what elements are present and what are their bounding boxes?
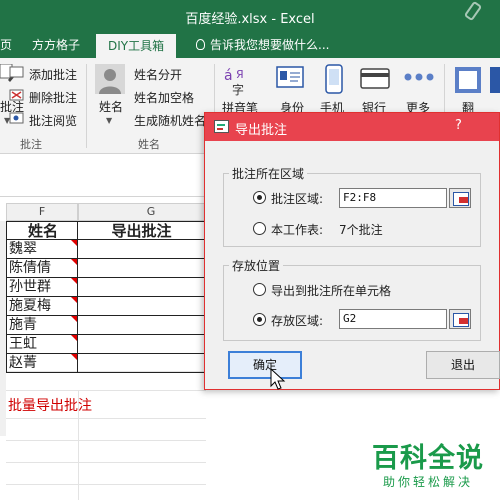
name-text: 施青	[9, 317, 37, 333]
instruction-note: 批量导出批注	[8, 398, 92, 414]
name-text: 陈倩倩	[9, 260, 51, 276]
add-space-button[interactable]: 姓名加空格	[134, 89, 194, 106]
gridline	[6, 462, 206, 463]
export-cell[interactable]	[78, 316, 206, 335]
comment-indicator	[71, 316, 77, 322]
name-button[interactable]: 姓名	[99, 98, 123, 115]
worksheet-comment-count: 7个批注	[339, 223, 383, 237]
help-button[interactable]: ?	[455, 118, 462, 133]
lightbulb-icon	[196, 39, 205, 50]
tell-me-label: 告诉我您想要做什么...	[210, 38, 330, 52]
comment-indicator	[71, 335, 77, 341]
dialog-app-icon	[214, 120, 229, 133]
random-name-button[interactable]: 生成随机姓名	[134, 112, 206, 129]
watermark-subtitle: 助你轻松解决	[382, 475, 473, 489]
comment-indicator	[71, 297, 77, 303]
bank-card-icon	[360, 68, 390, 89]
ribbon-tabs: 页 方方格子 DIY工具箱 告诉我您想要做什么...	[0, 32, 500, 58]
person-icon	[95, 64, 125, 94]
column-header-g[interactable]: G	[78, 203, 224, 221]
store-location-group	[223, 265, 481, 341]
add-comment-button[interactable]: 添加批注	[29, 66, 77, 83]
name-text: 施夏梅	[9, 298, 51, 314]
exit-button[interactable]: 退出	[426, 351, 500, 379]
comment-indicator	[71, 240, 77, 246]
browse-comment-icon	[9, 112, 24, 124]
tab-page[interactable]: 页	[0, 32, 12, 58]
radio-comment-area[interactable]	[253, 191, 266, 204]
name-cell[interactable]: 陈倩倩	[6, 259, 78, 278]
name-text: 王虹	[9, 336, 37, 352]
layout-icon	[490, 67, 500, 93]
section-store-location: 存放位置	[229, 257, 284, 274]
ok-button[interactable]: 确定	[228, 351, 302, 379]
section-comment-area: 批注所在区域	[229, 165, 308, 182]
group-divider	[86, 64, 87, 148]
name-cell[interactable]: 施青	[6, 316, 78, 335]
radio-worksheet-label[interactable]: 本工作表:	[271, 221, 323, 238]
radio-comment-area-label[interactable]: 批注区域:	[271, 190, 323, 207]
gridline	[6, 484, 206, 485]
split-name-button[interactable]: 姓名分开	[134, 66, 182, 83]
svg-text:Я: Я	[236, 68, 244, 81]
watermark-title: 百科全说	[372, 443, 484, 474]
gridline	[6, 440, 206, 441]
name-text: 赵菁	[9, 355, 37, 371]
radio-worksheet[interactable]	[253, 222, 266, 235]
group-label-name: 姓名	[138, 138, 160, 151]
header-export-cell[interactable]: 导出批注	[78, 221, 206, 240]
radio-export-to-cell-label[interactable]: 导出到批注所在单元格	[271, 282, 391, 299]
export-comments-dialog: 导出批注 ? 批注所在区域 批注区域: F2:F8 本工作表: 7个批注 存放位…	[204, 112, 500, 390]
radio-store-area[interactable]	[253, 313, 266, 326]
name-cell[interactable]: 施夏梅	[6, 297, 78, 316]
phone-icon	[325, 64, 343, 94]
export-cell[interactable]	[78, 297, 206, 316]
comment-indicator	[71, 354, 77, 360]
store-area-input[interactable]: G2	[339, 309, 447, 329]
range-picker-icon[interactable]	[449, 309, 471, 329]
name-cell[interactable]: 赵菁	[6, 354, 78, 373]
gridline	[6, 418, 206, 419]
export-cell[interactable]	[78, 354, 206, 373]
export-cell[interactable]	[78, 335, 206, 354]
dialog-title-bar[interactable]: 导出批注 ?	[205, 113, 499, 141]
export-cell[interactable]	[78, 278, 206, 297]
window-title: 百度经验.xlsx - Excel	[185, 12, 315, 27]
delete-comment-button[interactable]: 删除批注	[29, 89, 77, 106]
gridline	[6, 390, 206, 391]
export-cell[interactable]	[78, 259, 206, 278]
export-cell[interactable]	[78, 240, 206, 259]
add-comment-icon	[9, 66, 24, 78]
mouse-cursor-icon	[270, 368, 286, 390]
delete-comment-icon	[9, 89, 24, 101]
tab-fangfang[interactable]: 方方格子	[32, 32, 80, 58]
comment-indicator	[71, 259, 77, 265]
pinyin-icon: á Я 字	[224, 68, 244, 96]
more-icon	[404, 73, 434, 81]
watermark: 百科全说 助你轻松解决	[372, 436, 484, 490]
id-card-icon	[276, 66, 304, 88]
svg-text:á: á	[224, 68, 233, 84]
comment-indicator	[71, 278, 77, 284]
name-cell[interactable]: 魏翠	[6, 240, 78, 259]
title-bar: 百度经验.xlsx - Excel	[0, 0, 500, 32]
translate-icon	[455, 67, 481, 93]
comment-area-input[interactable]: F2:F8	[339, 188, 447, 208]
dialog-title: 导出批注	[235, 123, 288, 138]
name-text: 魏翠	[9, 241, 37, 257]
name-text: 孙世群	[9, 279, 51, 295]
range-picker-icon[interactable]	[449, 188, 471, 208]
radio-export-to-cell[interactable]	[253, 283, 266, 296]
tell-me-search[interactable]: 告诉我您想要做什么...	[196, 32, 329, 58]
radio-store-area-label[interactable]: 存放区域:	[271, 312, 323, 329]
tab-diy-toolbox[interactable]: DIY工具箱	[96, 34, 177, 58]
browse-comment-button[interactable]: 批注阅览	[29, 112, 77, 129]
group-label-comment: 批注	[20, 138, 42, 151]
name-cell[interactable]: 王虹	[6, 335, 78, 354]
header-name-cell[interactable]: 姓名	[6, 221, 78, 240]
name-cell[interactable]: 孙世群	[6, 278, 78, 297]
chevron-down-icon[interactable]: ▼	[106, 116, 112, 125]
svg-text:字: 字	[232, 82, 244, 96]
column-header-f[interactable]: F	[6, 203, 78, 221]
